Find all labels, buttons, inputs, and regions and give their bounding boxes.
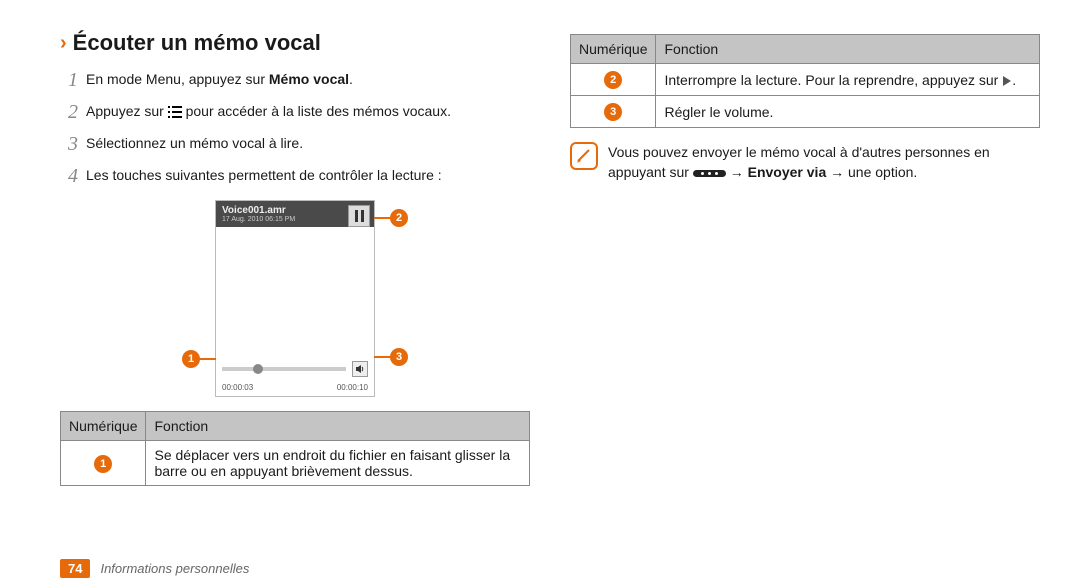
volume-button[interactable] [352, 361, 368, 377]
row-text: Régler le volume. [656, 96, 1040, 128]
step-1: 1 En mode Menu, appuyez sur Mémo vocal. [60, 66, 530, 94]
steps-list: 1 En mode Menu, appuyez sur Mémo vocal. … [60, 66, 530, 190]
list-icon [168, 106, 182, 118]
speaker-icon [355, 364, 365, 374]
player-controls [216, 357, 374, 381]
row-text: Interrompre la lecture. Pour la reprendr… [664, 72, 1002, 88]
seek-bar[interactable] [222, 367, 346, 371]
note-text-post: → une option. [826, 164, 917, 180]
heading-text: Écouter un mémo vocal [73, 30, 321, 56]
footer-section: Informations personnelles [100, 561, 249, 576]
play-icon [1002, 76, 1012, 86]
table-row: 3 Régler le volume. [571, 96, 1040, 128]
table-header-num: Numérique [61, 412, 146, 441]
callout-line [374, 217, 392, 219]
table-header-num: Numérique [571, 35, 656, 64]
step-text: Appuyez sur [86, 103, 168, 119]
step-number: 4 [60, 162, 78, 190]
page-footer: 74 Informations personnelles [60, 549, 1040, 586]
row-badge-2: 2 [604, 71, 622, 89]
pause-button[interactable] [348, 205, 370, 227]
page-number: 74 [60, 559, 90, 578]
step-text: Les touches suivantes permettent de cont… [86, 162, 530, 190]
step-number: 3 [60, 130, 78, 158]
step-number: 1 [60, 66, 78, 94]
pause-icon [355, 210, 364, 222]
callout-3: 3 [390, 348, 408, 366]
note-icon [570, 142, 598, 170]
function-table-right: Numérique Fonction 2 Interrompre la lect… [570, 34, 1040, 128]
section-heading: › Écouter un mémo vocal [60, 30, 530, 56]
table-header-func: Fonction [146, 412, 530, 441]
step-text: Sélectionnez un mémo vocal à lire. [86, 130, 530, 158]
player-body [216, 227, 374, 357]
callout-line [198, 358, 216, 360]
seek-thumb[interactable] [253, 364, 263, 374]
function-table-left: Numérique Fonction 1 Se déplacer vers un… [60, 411, 530, 486]
callout-line [374, 356, 392, 358]
caret-icon: › [60, 32, 67, 55]
more-icon [693, 170, 726, 177]
step-text: En mode Menu, appuyez sur [86, 71, 269, 87]
phone-screenshot: Voice001.amr 17 Aug. 2010 06:15 PM 00:00… [215, 200, 375, 397]
step-text-post: pour accéder à la liste des mémos vocaux… [182, 103, 451, 119]
time-elapsed: 00:00:03 [222, 383, 253, 392]
table-header-func: Fonction [656, 35, 1040, 64]
step-3: 3 Sélectionnez un mémo vocal à lire. [60, 130, 530, 158]
step-text-post: . [349, 71, 353, 87]
arrow-text: → [726, 164, 748, 180]
player-header: Voice001.amr 17 Aug. 2010 06:15 PM [216, 201, 374, 227]
callout-2: 2 [390, 209, 408, 227]
step-2: 2 Appuyez sur pour accéder à la liste de… [60, 98, 530, 126]
step-4: 4 Les touches suivantes permettent de co… [60, 162, 530, 190]
memo-date: 17 Aug. 2010 06:15 PM [222, 216, 368, 223]
row-text-post: . [1012, 72, 1016, 88]
note-box: Vous pouvez envoyer le mémo vocal à d'au… [570, 142, 1040, 183]
row-badge-3: 3 [604, 103, 622, 121]
step-number: 2 [60, 98, 78, 126]
note-bold: Envoyer via [748, 164, 827, 180]
time-total: 00:00:10 [337, 383, 368, 392]
step-bold: Mémo vocal [269, 71, 349, 87]
row-badge-1: 1 [94, 455, 112, 473]
table-row: 1 Se déplacer vers un endroit du fichier… [61, 441, 530, 486]
memo-filename: Voice001.amr [222, 205, 368, 216]
table-row: 2 Interrompre la lecture. Pour la repren… [571, 64, 1040, 96]
row-text: Se déplacer vers un endroit du fichier e… [146, 441, 530, 486]
